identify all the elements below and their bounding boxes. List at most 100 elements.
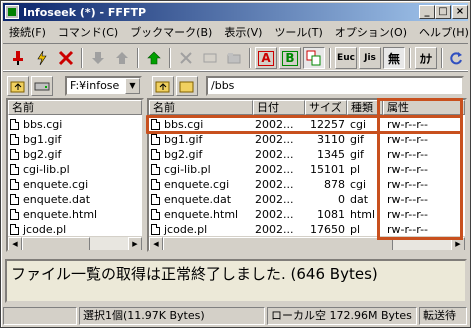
scroll-left-icon[interactable]: ◀: [8, 237, 22, 250]
menu-command[interactable]: コマンド(C): [52, 24, 124, 40]
quick-connect-icon[interactable]: [31, 47, 53, 69]
local-file-row[interactable]: enquete.dat: [10, 192, 140, 207]
jis-kanji-button[interactable]: Jis: [359, 47, 381, 69]
disconnect-icon[interactable]: [55, 47, 77, 69]
kana-label: ｶﾅ: [419, 51, 432, 66]
local-file-row[interactable]: jcode.pl: [10, 222, 140, 237]
mirror-upload-icon[interactable]: [143, 47, 165, 69]
local-file-row[interactable]: bg2.gif: [10, 147, 140, 162]
local-file-row[interactable]: enquete.html: [10, 207, 140, 222]
file-icon: [151, 164, 160, 175]
remote-file-date: 2002...: [255, 132, 303, 147]
remote-file-size-text: 1345: [317, 148, 345, 161]
remote-file-size: 0: [305, 192, 345, 207]
local-parent-folder-button[interactable]: [7, 76, 29, 96]
menu-tools[interactable]: ツール(T): [268, 24, 328, 40]
remote-file-date: 2002...: [255, 207, 303, 222]
local-file-row[interactable]: enquete.cgi: [10, 177, 140, 192]
highlight-attribute-column: [377, 98, 463, 240]
remote-file-size: 15101: [305, 162, 345, 177]
scroll-left-icon[interactable]: ◀: [149, 237, 163, 250]
toolbar-separator: [81, 48, 83, 68]
remote-header-name[interactable]: 名前: [149, 100, 253, 115]
toolbar: A B Euc Jis 無 ｶﾅ: [3, 43, 468, 71]
remote-file-type-text: cgi: [350, 178, 367, 191]
title-bar[interactable]: Infoseek (*) - FFFTP: [3, 3, 468, 21]
file-icon: [151, 209, 160, 220]
ascii-mode-button[interactable]: A: [255, 47, 277, 69]
remote-file-name: bg2.gif: [151, 147, 251, 162]
remote-file-size: 17650: [305, 222, 345, 237]
local-file-list[interactable]: 名前 bbs.cgi bg1.gif bg2.gif cgi-lib.pl enquet…: [6, 98, 144, 252]
upload-icon[interactable]: [111, 47, 133, 69]
remote-file-type-text: gif: [350, 133, 364, 146]
maximize-button[interactable]: □: [435, 5, 451, 19]
toolbar-separator: [169, 48, 171, 68]
status-local-free: ローカル空 172.96M Bytes: [267, 307, 417, 325]
close-button[interactable]: ×: [452, 5, 468, 19]
connect-icon[interactable]: [7, 47, 29, 69]
remote-file-size: 1345: [305, 147, 345, 162]
scroll-right-icon[interactable]: ▶: [128, 237, 142, 250]
remote-file-name-text: cgi-lib.pl: [164, 163, 211, 176]
scroll-thumb[interactable]: [22, 237, 90, 250]
remote-file-type-text: html: [350, 208, 376, 221]
remote-parent-folder-button[interactable]: [152, 76, 174, 96]
local-drive-icon[interactable]: [31, 76, 53, 96]
menu-help[interactable]: ヘルプ(H): [413, 24, 471, 40]
status-bar: 選択1個(11.97K Bytes) ローカル空 172.96M Bytes 転…: [3, 306, 468, 326]
remote-path-value: /bbs: [211, 79, 235, 92]
menu-connect[interactable]: 接続(F): [3, 24, 52, 40]
refresh-icon[interactable]: [445, 47, 467, 69]
remote-file-type-text: dat: [350, 193, 369, 206]
local-file-name: jcode.pl: [23, 223, 67, 236]
remote-file-size-text: 15101: [310, 163, 345, 176]
local-file-name: bg1.gif: [23, 133, 62, 146]
no-conversion-label: 無: [387, 51, 400, 66]
remote-file-size-text: 3110: [317, 133, 345, 146]
scroll-thumb[interactable]: [163, 237, 393, 250]
toolbar-separator: [137, 48, 139, 68]
no-conversion-button[interactable]: 無: [383, 47, 405, 69]
local-file-name: bbs.cgi: [23, 118, 63, 131]
local-header-name[interactable]: 名前: [8, 100, 142, 115]
file-icon: [10, 209, 19, 220]
file-icon: [10, 119, 19, 130]
remote-file-name-text: enquete.cgi: [164, 178, 230, 191]
local-path-combo[interactable]: F:¥infose ▼: [65, 76, 142, 96]
menu-bar: 接続(F) コマンド(C) ブックマーク(B) 表示(V) ツール(T) オプシ…: [3, 22, 471, 41]
local-horizontal-scrollbar[interactable]: ◀ ▶: [8, 236, 142, 250]
auto-mode-icon[interactable]: [303, 47, 325, 69]
file-icon: [151, 179, 160, 190]
remote-folder-icon[interactable]: [176, 76, 198, 96]
local-file-row[interactable]: bbs.cgi: [10, 117, 140, 132]
toolbar-separator: [441, 48, 443, 68]
toolbar-separator: [249, 48, 251, 68]
download-icon[interactable]: [87, 47, 109, 69]
remote-file-date-text: 2002...: [255, 193, 294, 206]
local-file-row[interactable]: cgi-lib.pl: [10, 162, 140, 177]
menu-view[interactable]: 表示(V): [218, 24, 268, 40]
kana-convert-button[interactable]: ｶﾅ: [415, 47, 437, 69]
remote-file-size-text: 17650: [310, 223, 345, 236]
binary-mode-button[interactable]: B: [279, 47, 301, 69]
ffftp-app-icon: [5, 5, 19, 19]
remote-file-name-text: jcode.pl: [164, 223, 208, 236]
mkdir-icon[interactable]: [223, 47, 245, 69]
chevron-down-icon[interactable]: ▼: [125, 78, 140, 94]
remote-file-date-text: 2002...: [255, 223, 294, 236]
remote-file-name: enquete.dat: [151, 192, 251, 207]
menu-bookmark[interactable]: ブックマーク(B): [124, 24, 218, 40]
ffftp-window: Infoseek (*) - FFFTP _ □ × 接続(F) コマンド(C)…: [0, 0, 471, 328]
euc-kanji-button[interactable]: Euc: [335, 47, 357, 69]
remote-header-date[interactable]: 日付: [253, 100, 305, 115]
local-file-name: cgi-lib.pl: [23, 163, 70, 176]
rename-icon[interactable]: [199, 47, 221, 69]
minimize-button[interactable]: _: [419, 5, 435, 19]
remote-header-size[interactable]: サイズ: [305, 100, 347, 115]
remote-path-combo[interactable]: /bbs: [206, 76, 464, 96]
local-file-row[interactable]: bg1.gif: [10, 132, 140, 147]
remote-file-size-text: 1081: [317, 208, 345, 221]
menu-options[interactable]: オプション(O): [329, 24, 413, 40]
delete-icon[interactable]: [175, 47, 197, 69]
